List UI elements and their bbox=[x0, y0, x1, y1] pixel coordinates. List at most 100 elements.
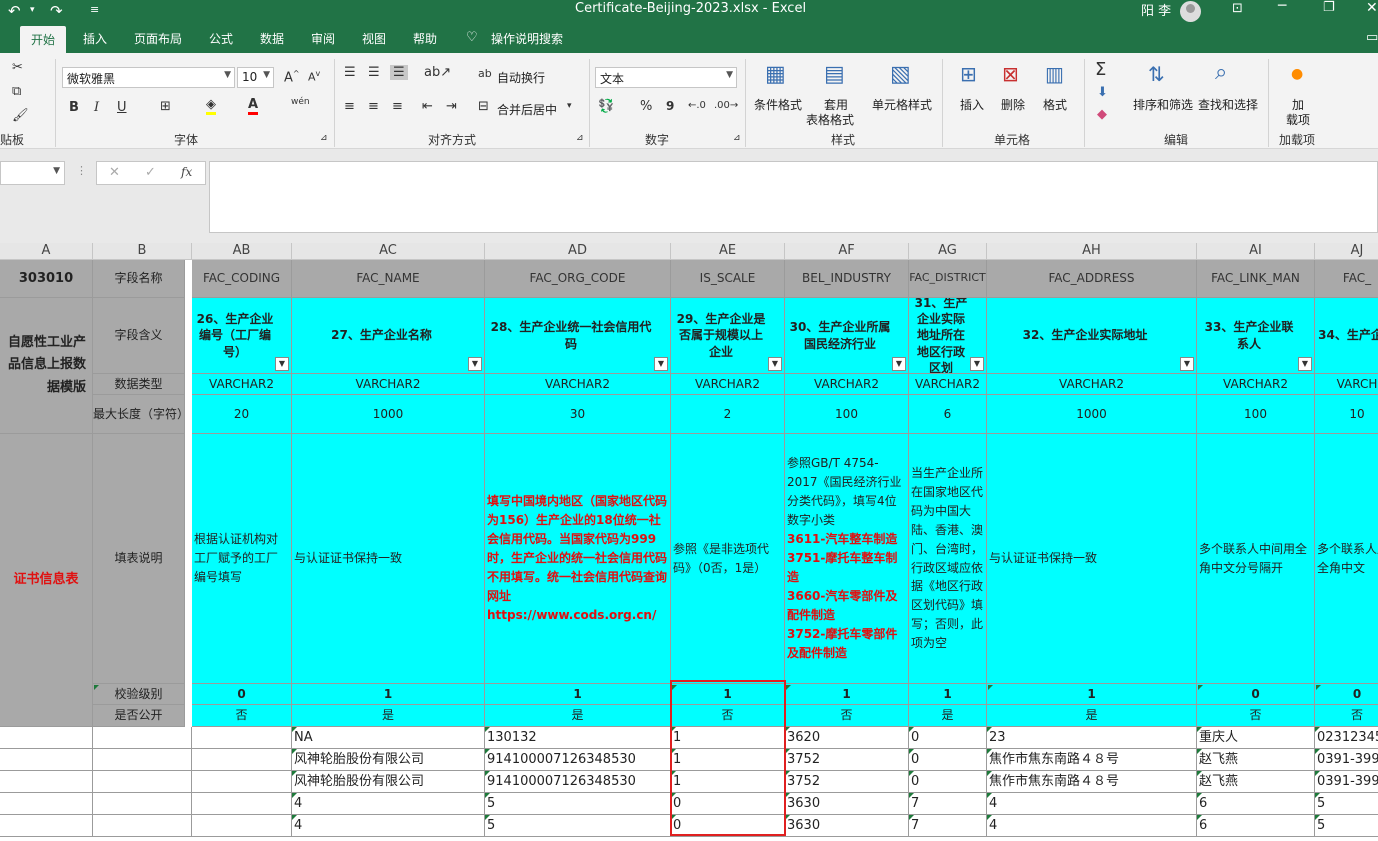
format-cells-button[interactable]: 格式 bbox=[1043, 96, 1067, 113]
redo-icon[interactable]: ↷ bbox=[50, 2, 63, 20]
field-meaning-cell[interactable]: 28、生产企业统一社会信用代码 ▼ bbox=[485, 298, 671, 374]
data-cell[interactable] bbox=[0, 727, 93, 749]
max-length-cell[interactable]: 1000 bbox=[987, 395, 1197, 434]
tab-review[interactable]: 审阅 bbox=[311, 30, 335, 47]
undo-dropdown-icon[interactable]: ▾ bbox=[30, 5, 35, 15]
fill-icon[interactable]: ⬇ bbox=[1097, 85, 1108, 100]
data-cell[interactable] bbox=[0, 749, 93, 771]
wrap-text-button[interactable]: 自动换行 bbox=[497, 69, 545, 86]
insert-cells-button[interactable]: 插入 bbox=[960, 96, 984, 113]
column-header[interactable]: AE bbox=[671, 243, 785, 260]
field-name-cell[interactable]: FAC_NAME bbox=[292, 260, 485, 298]
fill-instructions-cell[interactable]: 填写中国境内地区（国家地区代码为156）生产企业的18位统一社会信用代码。当国家… bbox=[485, 434, 671, 684]
orientation-icon[interactable]: ab↗ bbox=[424, 65, 451, 80]
data-cell[interactable]: 6 bbox=[1197, 815, 1315, 837]
tab-page-layout[interactable]: 页面布局 bbox=[134, 30, 182, 47]
is-public-cell[interactable]: 否 bbox=[785, 705, 909, 727]
data-cell[interactable]: 7 bbox=[909, 815, 987, 837]
max-length-cell[interactable]: 1000 bbox=[292, 395, 485, 434]
data-cell[interactable]: 3752 bbox=[785, 749, 909, 771]
data-cell[interactable]: 4 bbox=[292, 793, 485, 815]
format-as-table-line2[interactable]: 表格格式 bbox=[806, 111, 854, 128]
is-public-cell[interactable]: 否 bbox=[1197, 705, 1315, 727]
underline-button[interactable]: U bbox=[117, 100, 127, 115]
column-header[interactable]: A bbox=[0, 243, 93, 260]
is-public-cell[interactable]: 是 bbox=[485, 705, 671, 727]
fill-instructions-cell[interactable]: 与认证证书保持一致 bbox=[987, 434, 1197, 684]
comments-icon[interactable]: ▭ bbox=[1366, 30, 1378, 45]
filter-dropdown-button[interactable]: ▼ bbox=[468, 357, 482, 371]
autosum-button[interactable]: Σ bbox=[1095, 59, 1106, 80]
data-type-cell[interactable]: VARCH bbox=[1315, 374, 1378, 395]
tab-data[interactable]: 数据 bbox=[260, 30, 284, 47]
template-id-cell[interactable]: 303010 bbox=[0, 260, 93, 298]
is-public-cell[interactable]: 否 bbox=[192, 705, 292, 727]
data-cell[interactable]: 0 bbox=[909, 749, 987, 771]
template-name-cell[interactable]: 自愿性工业产品信息上报数据模版 bbox=[0, 298, 93, 434]
data-cell[interactable] bbox=[192, 815, 292, 837]
number-format-select[interactable]: 文本 ▼ bbox=[595, 67, 737, 88]
addins-button-line2[interactable]: 载项 bbox=[1286, 111, 1310, 128]
data-cell[interactable]: 重庆人 bbox=[1197, 727, 1315, 749]
data-cell[interactable]: 23 bbox=[987, 727, 1197, 749]
field-meaning-cell[interactable]: 30、生产企业所属国民经济行业 ▼ bbox=[785, 298, 909, 374]
field-name-cell[interactable]: FAC_ADDRESS bbox=[987, 260, 1197, 298]
fill-instructions-cell[interactable]: 当生产企业所在国家地区代码为中国大陆、香港、澳门、台湾时，行政区域应依据《地区行… bbox=[909, 434, 987, 684]
data-cell[interactable] bbox=[0, 815, 93, 837]
tab-formulas[interactable]: 公式 bbox=[209, 30, 233, 47]
tab-view[interactable]: 视图 bbox=[362, 30, 386, 47]
data-cell[interactable]: 赵飞燕 bbox=[1197, 749, 1315, 771]
field-name-cell[interactable]: FAC_LINK_MAN bbox=[1197, 260, 1315, 298]
data-type-cell[interactable]: VARCHAR2 bbox=[292, 374, 485, 395]
decrease-indent-icon[interactable]: ⇤ bbox=[422, 99, 433, 114]
delete-cells-button[interactable]: 删除 bbox=[1001, 96, 1025, 113]
filter-dropdown-button[interactable]: ▼ bbox=[970, 357, 984, 371]
data-cell[interactable] bbox=[93, 749, 192, 771]
is-public-cell[interactable]: 是 bbox=[987, 705, 1197, 727]
fill-instructions-cell[interactable]: 根据认证机构对工厂赋予的工厂编号填写 bbox=[192, 434, 292, 684]
data-type-cell[interactable]: VARCHAR2 bbox=[1197, 374, 1315, 395]
data-type-cell[interactable]: VARCHAR2 bbox=[485, 374, 671, 395]
percent-button[interactable]: % bbox=[640, 99, 652, 114]
data-cell[interactable]: 914100007126348530 bbox=[485, 771, 671, 793]
data-cell[interactable]: 4 bbox=[987, 815, 1197, 837]
data-cell[interactable]: 6 bbox=[1197, 793, 1315, 815]
data-cell[interactable]: 1 bbox=[671, 749, 785, 771]
data-type-cell[interactable]: VARCHAR2 bbox=[909, 374, 987, 395]
fill-instructions-cell[interactable]: 参照《是非选项代码》（0否，1是） bbox=[671, 434, 785, 684]
decrease-decimal-icon[interactable]: .00→ bbox=[714, 100, 738, 111]
restore-icon[interactable]: ❐ bbox=[1323, 0, 1335, 15]
data-cell[interactable]: 0 bbox=[671, 815, 785, 837]
filter-dropdown-button[interactable]: ▼ bbox=[1180, 357, 1194, 371]
field-name-cell[interactable]: IS_SCALE bbox=[671, 260, 785, 298]
font-name-select[interactable]: 微软雅黑 ▼ bbox=[62, 67, 235, 88]
decrease-font-icon[interactable]: Av bbox=[308, 69, 320, 84]
data-cell[interactable]: 0391-399 bbox=[1315, 749, 1378, 771]
field-meaning-cell[interactable]: 32、生产企业实际地址 ▼ bbox=[987, 298, 1197, 374]
cell-styles-button[interactable]: 单元格样式 bbox=[872, 96, 932, 113]
is-public-cell[interactable]: 是 bbox=[292, 705, 485, 727]
customize-qat-icon[interactable]: ≡ bbox=[90, 3, 99, 16]
max-length-cell[interactable]: 6 bbox=[909, 395, 987, 434]
name-box[interactable]: ▼ bbox=[0, 161, 65, 185]
format-painter-icon[interactable]: 🖌 bbox=[12, 108, 29, 123]
undo-icon[interactable]: ↶ bbox=[8, 2, 21, 20]
column-header[interactable]: AJ bbox=[1315, 243, 1378, 260]
data-cell[interactable]: 4 bbox=[292, 815, 485, 837]
filter-dropdown-button[interactable]: ▼ bbox=[275, 357, 289, 371]
data-cell[interactable]: 3630 bbox=[785, 815, 909, 837]
data-cell[interactable]: 风神轮胎股份有限公司 bbox=[292, 749, 485, 771]
field-meaning-cell[interactable]: 29、生产企业是否属于规模以上企业 ▼ bbox=[671, 298, 785, 374]
field-name-cell[interactable]: FAC_DISTRICT bbox=[909, 260, 987, 298]
font-size-select[interactable]: 10 ▼ bbox=[237, 67, 274, 88]
fill-instructions-cell[interactable]: 参照GB/T 4754-2017《国民经济行业分类代码》，填写4位数字小类 361… bbox=[785, 434, 909, 684]
data-cell[interactable]: 0 bbox=[671, 793, 785, 815]
column-header[interactable]: AB bbox=[192, 243, 292, 260]
max-length-cell[interactable]: 2 bbox=[671, 395, 785, 434]
field-meaning-cell[interactable]: 27、生产企业名称 ▼ bbox=[292, 298, 485, 374]
align-middle-icon[interactable]: ☰ bbox=[368, 65, 380, 80]
validation-level-cell[interactable]: 1 bbox=[987, 684, 1197, 705]
minimize-icon[interactable]: ─ bbox=[1278, 0, 1286, 14]
validation-level-cell[interactable]: 0 bbox=[1197, 684, 1315, 705]
is-public-cell[interactable]: 否 bbox=[671, 705, 785, 727]
